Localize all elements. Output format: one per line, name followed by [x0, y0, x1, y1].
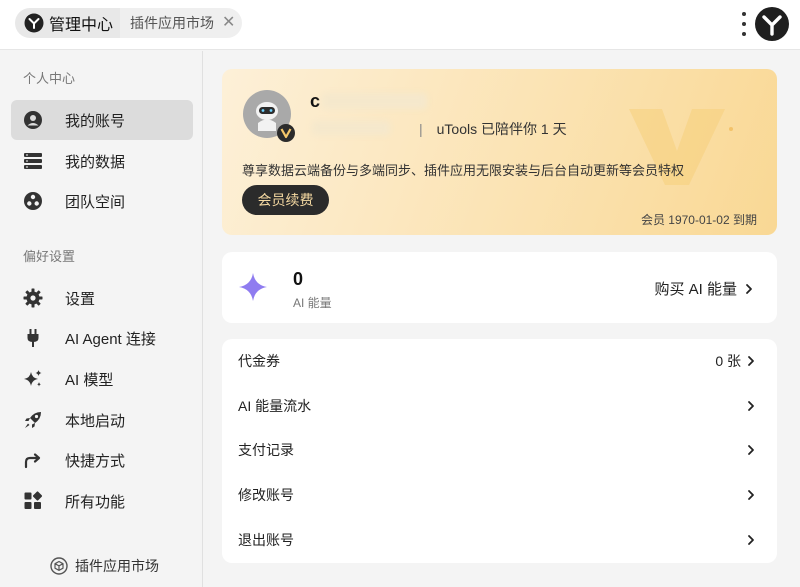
sidebar-item-label: AI 模型	[65, 371, 114, 389]
plug-icon	[27, 329, 39, 347]
sidebar-item-ai-agent[interactable]: AI Agent 连接	[11, 318, 193, 358]
tab-label: 管理中心	[49, 17, 114, 34]
tab-plugin-market[interactable]: 插件应用市场 ✕	[120, 8, 242, 38]
sidebar-item-label: 团队空间	[65, 193, 126, 211]
section-title-personal: 个人中心	[23, 71, 76, 86]
rocket-icon	[25, 412, 41, 428]
member-since-label: uTools 已陪伴你 1 天	[436, 121, 567, 137]
ai-energy-card: 0 AI 能量 购买 AI 能量	[222, 252, 777, 323]
sidebar-item-label: 所有功能	[65, 493, 126, 511]
utools-logo-icon[interactable]	[754, 6, 790, 42]
sidebar-item-all-features[interactable]: 所有功能	[11, 481, 193, 521]
sidebar-item-label: AI Agent 连接	[65, 330, 156, 348]
sidebar-item-shortcuts[interactable]: 快捷方式	[11, 440, 193, 480]
sidebar-footer-label: 插件应用市场	[75, 558, 159, 574]
sidebar-item-my-account[interactable]: 我的账号	[11, 100, 193, 140]
list-item-modify-account[interactable]: 修改账号	[222, 473, 777, 517]
chevron-right-icon	[748, 401, 754, 411]
row-label: 修改账号	[238, 487, 294, 503]
team-icon	[24, 192, 42, 210]
apps-grid-icon	[24, 491, 43, 509]
membership-card: c | uTools 已陪伴你 1 天 尊享数据云端备份与多端同步、插件应用无限安…	[222, 69, 777, 235]
chevron-right-icon	[748, 356, 754, 366]
title-bar: 管理中心 插件应用市场 ✕	[0, 0, 800, 50]
account-options-list: 代金券 0 张 AI 能量流水 支付记录 修改账号 退出账号	[222, 339, 777, 563]
sidebar-item-label: 本地启动	[65, 412, 126, 430]
utools-logo-icon	[24, 13, 44, 33]
buy-ai-energy-link[interactable]: 购买 AI 能量	[654, 278, 755, 299]
renew-membership-button[interactable]: 会员续费	[242, 185, 329, 215]
tab-management-center[interactable]: 管理中心	[15, 8, 131, 38]
sidebar-plugin-market-link[interactable]: 插件应用市场	[50, 556, 159, 576]
ai-energy-label: AI 能量	[293, 296, 332, 310]
chevron-right-icon	[748, 535, 754, 545]
sparkle-icon	[239, 273, 267, 301]
redacted-username	[322, 93, 427, 109]
member-since-text: | uTools 已陪伴你 1 天	[419, 121, 567, 137]
gear-icon	[23, 288, 43, 308]
ai-energy-count: 0	[293, 269, 304, 289]
row-label: 支付记录	[238, 442, 294, 458]
avatar[interactable]	[242, 89, 296, 143]
row-label: AI 能量流水	[238, 398, 312, 414]
buy-ai-energy-label: 购买 AI 能量	[654, 281, 737, 298]
membership-expiry: 会员 1970-01-02 到期	[640, 213, 757, 227]
sidebar-item-ai-model[interactable]: AI 模型	[11, 359, 193, 399]
tab-label: 插件应用市场	[130, 15, 214, 31]
chevron-right-icon	[748, 445, 754, 455]
close-icon[interactable]: ✕	[222, 15, 235, 31]
cube-icon	[50, 557, 68, 575]
sparkle-icon	[24, 370, 42, 387]
redacted-user-id	[312, 121, 390, 135]
vip-watermark-icon	[619, 109, 733, 185]
sidebar-item-settings[interactable]: 设置	[11, 278, 193, 318]
list-item-payment-records[interactable]: 支付记录	[222, 428, 777, 472]
sidebar-item-team-space[interactable]: 团队空间	[11, 181, 193, 221]
sidebar-item-label: 我的数据	[65, 153, 126, 171]
chevron-right-icon	[746, 283, 752, 294]
member-perks-text: 尊享数据云端备份与多端同步、插件应用无限安装与后台自动更新等会员特权	[242, 163, 685, 178]
sidebar-item-label: 快捷方式	[65, 452, 126, 470]
more-menu-icon[interactable]	[738, 12, 750, 36]
list-item-vouchers[interactable]: 代金券 0 张	[222, 339, 777, 383]
username-initial: c	[310, 91, 321, 111]
row-label: 退出账号	[238, 532, 294, 548]
list-item-logout[interactable]: 退出账号	[222, 518, 777, 562]
section-title-preferences: 偏好设置	[23, 249, 76, 264]
row-label: 代金券	[238, 353, 280, 369]
sidebar-item-label: 设置	[65, 290, 96, 308]
sidebar: 个人中心 我的账号 我的数据 团队空间 偏好设置 设置 AI Agent 连接 …	[0, 51, 203, 587]
sidebar-item-my-data[interactable]: 我的数据	[11, 141, 193, 181]
sidebar-item-local-launch[interactable]: 本地启动	[11, 400, 193, 440]
shortcut-arrow-icon	[24, 453, 41, 469]
sidebar-item-label: 我的账号	[65, 112, 126, 130]
user-icon	[24, 111, 42, 129]
list-item-ai-energy-history[interactable]: AI 能量流水	[222, 384, 777, 428]
data-icon	[24, 153, 42, 169]
row-value: 0 张	[715, 353, 741, 369]
chevron-right-icon	[748, 490, 754, 500]
